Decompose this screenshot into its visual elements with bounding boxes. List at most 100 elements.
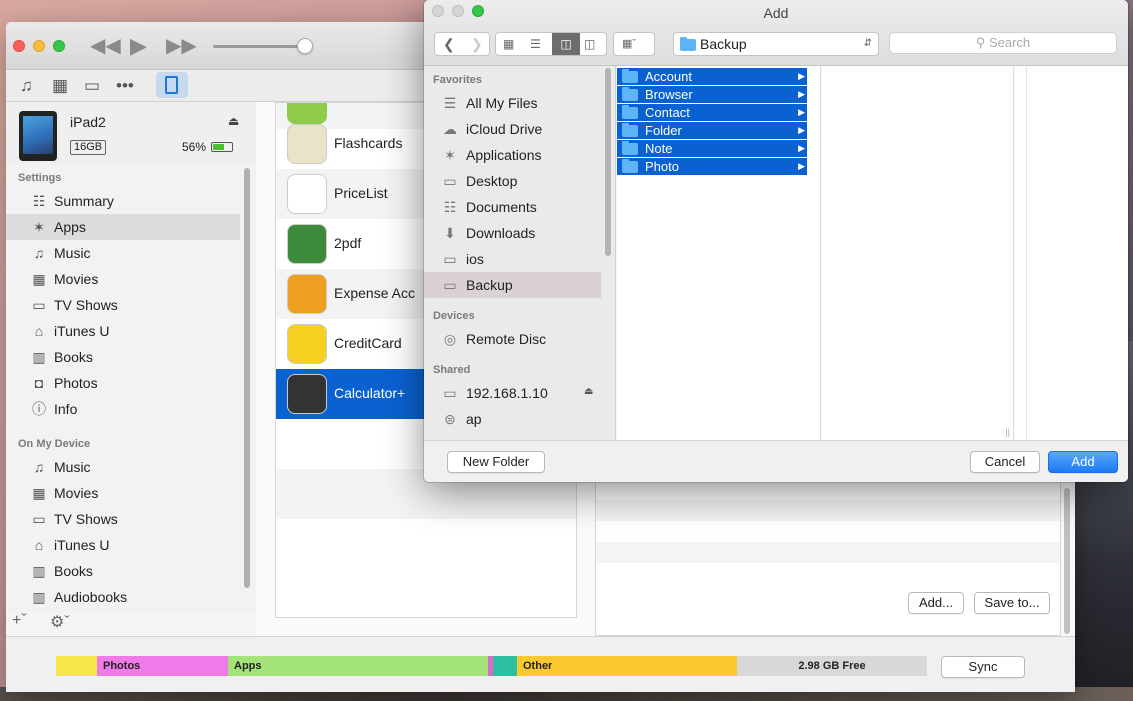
sidebar-item[interactable]: ▥ Books <box>6 344 240 370</box>
sidebar-item[interactable]: ⓘ Info <box>6 396 240 422</box>
forward-icon[interactable]: ❯ <box>471 36 483 52</box>
search-placeholder: Search <box>988 35 1031 50</box>
favorites-item[interactable]: ☷ Documents <box>424 194 601 220</box>
favorites-item[interactable]: ☰ All My Files <box>424 90 601 116</box>
dialog-title: Add <box>763 5 789 21</box>
sidebar-scrollbar[interactable] <box>605 68 611 256</box>
sidebar-item[interactable]: ✶ Apps <box>6 214 240 240</box>
sidebar-scrollbar[interactable] <box>244 168 250 588</box>
file-row <box>596 542 1060 563</box>
save-to-button[interactable]: Save to... <box>974 592 1050 614</box>
devices-item-label: Remote Disc <box>466 331 547 347</box>
new-folder-button[interactable]: New Folder <box>447 451 545 473</box>
movies-icon[interactable]: ▦ <box>52 76 68 96</box>
favorites-item-label: Documents <box>466 199 537 215</box>
devices-header: Devices <box>433 310 475 322</box>
sidebar-device-item[interactable]: ▦ Movies <box>6 480 240 506</box>
more-icon[interactable]: ••• <box>116 76 134 96</box>
sidebar-item[interactable]: ◘ Photos <box>6 370 240 396</box>
sidebar-item[interactable]: ⌂ iTunes U <box>6 318 240 344</box>
add-button[interactable]: Add <box>1048 451 1118 473</box>
disc-icon: ◎ <box>443 331 457 347</box>
favorites-item[interactable]: ☁ iCloud Drive <box>424 116 601 142</box>
rewind-icon[interactable]: ◀◀ <box>90 36 121 56</box>
favorites-header: Favorites <box>433 74 482 86</box>
app-icon <box>287 174 327 214</box>
sidebar-footer: +ˇ ⚙ˇ <box>6 612 256 634</box>
sidebar-device-item[interactable]: ▭ TV Shows <box>6 506 240 532</box>
folder-icon <box>680 37 696 51</box>
eject-icon[interactable]: ⏏ <box>584 386 593 397</box>
shared-item-label: 192.168.1.10 <box>466 385 548 401</box>
chevron-right-icon: ▶ <box>798 71 805 81</box>
fast-forward-icon[interactable]: ▶▶ <box>166 36 197 56</box>
capacity-segment: Other <box>517 656 737 676</box>
favorites-item[interactable]: ⬇ Downloads <box>424 220 601 246</box>
list-view-icon[interactable]: ☰ <box>530 36 541 52</box>
folder-icon <box>622 141 638 155</box>
folder-row[interactable]: Browser ▶ <box>617 86 807 103</box>
capacity-segment: 2.98 GB Free <box>737 656 927 676</box>
icon-view-icon[interactable]: ▦ <box>503 36 514 52</box>
music-icon[interactable]: ♫ <box>20 76 33 96</box>
empty-column: || <box>822 66 1014 440</box>
folder-row[interactable]: Folder ▶ <box>617 122 807 139</box>
sidebar-device-item[interactable]: ⌂ iTunes U <box>6 532 240 558</box>
sidebar-item[interactable]: ▭ TV Shows <box>6 292 240 318</box>
favorites-item[interactable]: ▭ Desktop <box>424 168 601 194</box>
devices-item[interactable]: ◎ Remote Disc <box>424 326 601 352</box>
add-icon[interactable]: +ˇ <box>12 612 27 630</box>
sidebar-item[interactable]: ▦ Movies <box>6 266 240 292</box>
music-icon: ♫ <box>33 459 45 475</box>
favorites-item[interactable]: ✶ Applications <box>424 142 601 168</box>
file-row <box>596 500 1060 521</box>
play-icon[interactable]: ▶ <box>130 35 147 57</box>
back-icon[interactable]: ❮ <box>443 36 455 52</box>
folder-name: Contact <box>645 105 690 120</box>
favorites-item[interactable]: ▭ Backup <box>424 272 601 298</box>
movies-icon: ▦ <box>32 271 46 287</box>
close-button[interactable] <box>13 40 25 52</box>
capacity-bar-area: Photos Apps Other 2.98 GB Free Sync <box>6 636 1075 692</box>
cancel-button[interactable]: Cancel <box>970 451 1040 473</box>
shared-item[interactable]: ⊜ ap <box>424 406 601 432</box>
path-popup[interactable]: Backup ⇵ <box>673 32 879 56</box>
app-name: PriceList <box>334 185 388 201</box>
add-file-button[interactable]: Add... <box>908 592 964 614</box>
sidebar-device-item[interactable]: ▥ Audiobooks <box>6 584 240 610</box>
content-scrollbar[interactable] <box>1064 488 1070 634</box>
shared-item[interactable]: ▭ 192.168.1.10 <box>424 380 601 406</box>
sidebar-item[interactable]: ☷ Summary <box>6 188 240 214</box>
ipad-icon <box>165 76 178 94</box>
folder-row[interactable]: Note ▶ <box>617 140 807 157</box>
gear-icon[interactable]: ⚙ˇ <box>50 612 70 632</box>
zoom-button[interactable] <box>53 40 65 52</box>
device-button[interactable] <box>156 72 188 98</box>
sidebar-device-item[interactable]: ♫ Music <box>6 454 240 480</box>
applications-icon: ✶ <box>444 147 456 163</box>
arrange-button[interactable]: ▦ˇ <box>613 32 655 56</box>
volume-slider[interactable] <box>213 45 305 48</box>
chevron-right-icon: ▶ <box>798 161 805 171</box>
column-view-icon[interactable]: ◫ <box>552 33 580 55</box>
add-dialog: Add ❮ ❯ ▦ ☰ ◫ ◫ ▦ˇ Backup ⇵ ⚲ Search Fav… <box>424 0 1128 482</box>
dialog-footer: New Folder Cancel Add <box>424 440 1128 482</box>
battery-percent: 56% <box>182 140 207 154</box>
folder-row[interactable]: Photo ▶ <box>617 158 807 175</box>
capacity-segment <box>56 656 97 676</box>
minimize-button[interactable] <box>33 40 45 52</box>
sidebar-device-item-label: Music <box>54 459 91 475</box>
folder-icon: ▭ <box>443 277 457 293</box>
tv-icon[interactable]: ▭ <box>84 76 100 96</box>
sync-button[interactable]: Sync <box>941 656 1025 678</box>
coverflow-view-icon[interactable]: ◫ <box>584 36 595 52</box>
sidebar-device-item[interactable]: ▥ Books <box>6 558 240 584</box>
column-resize-handle[interactable]: || <box>1005 427 1010 437</box>
favorites-item[interactable]: ▭ ios <box>424 246 601 272</box>
folder-row[interactable]: Contact ▶ <box>617 104 807 121</box>
sidebar-item[interactable]: ♫ Music <box>6 240 240 266</box>
folder-row[interactable]: Account ▶ <box>617 68 807 85</box>
search-field[interactable]: ⚲ Search <box>889 32 1117 54</box>
eject-icon[interactable]: ⏏ <box>228 114 239 128</box>
volume-knob[interactable] <box>297 38 313 54</box>
